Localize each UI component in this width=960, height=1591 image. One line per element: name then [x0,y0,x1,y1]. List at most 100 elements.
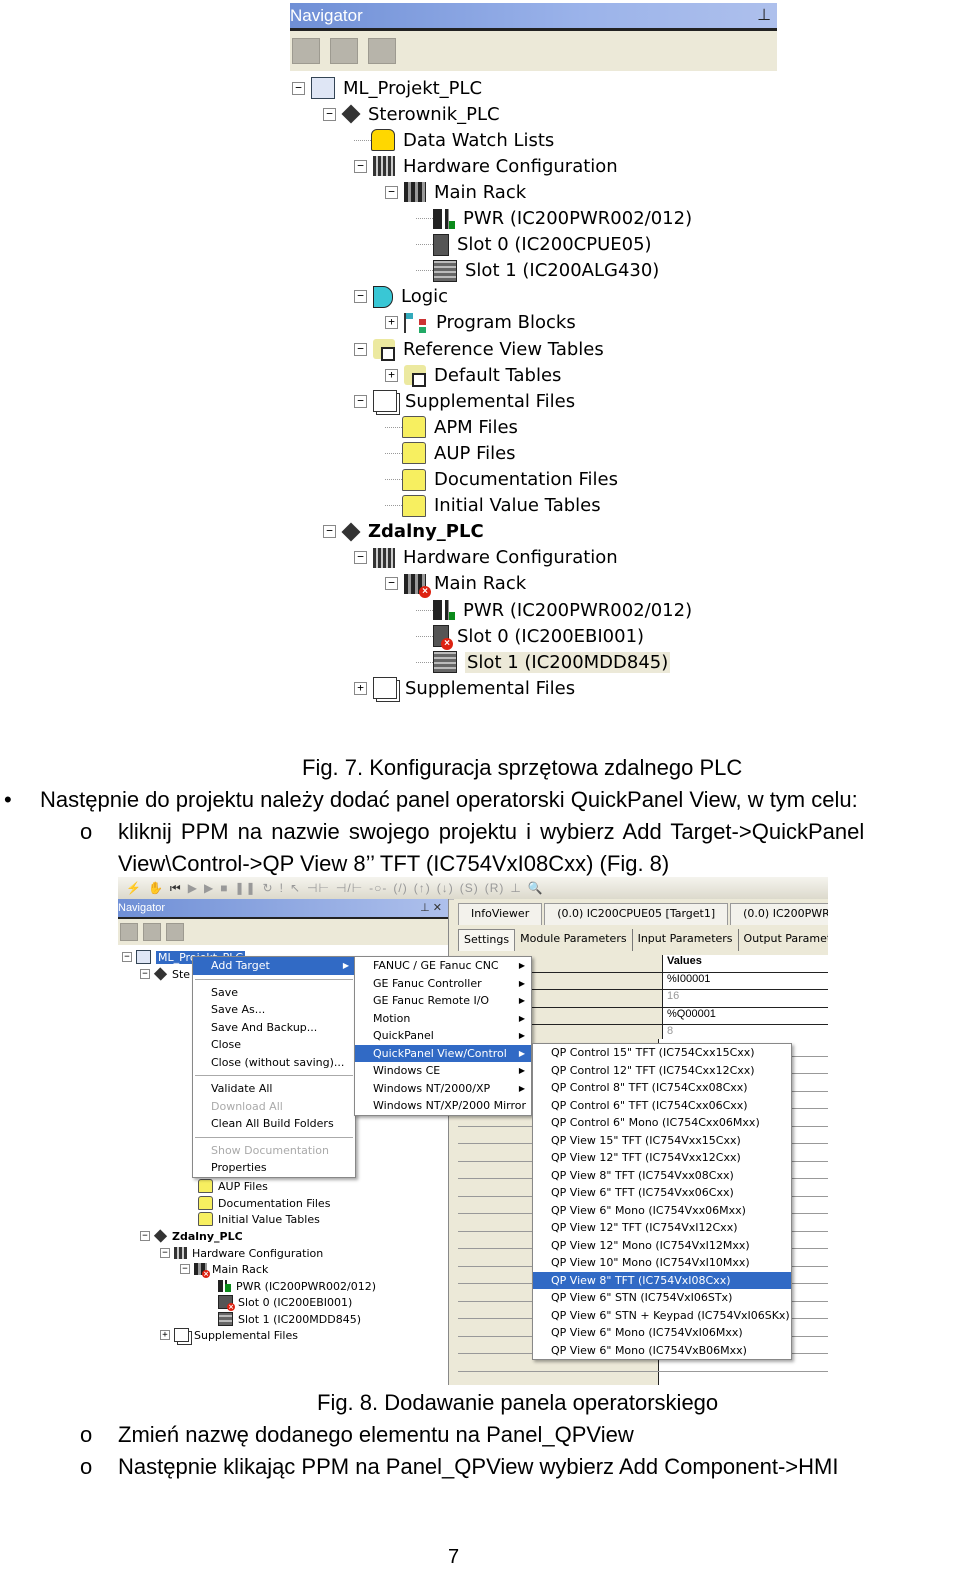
pointer-icon[interactable]: ↖ [290,881,301,895]
menu-item[interactable]: QP Control 12" TFT (IC754Cxx12Cxx) [533,1062,791,1080]
tree-node[interactable]: Data Watch Lists [354,128,554,152]
rewind-icon[interactable]: ⏮ [170,881,182,896]
settings-tab[interactable]: Settings [458,929,516,951]
menu-item[interactable]: Save As... [193,1001,355,1019]
menu-item[interactable]: QP View 12" TFT (IC754Vxx12Cxx) [533,1149,791,1167]
tree-node[interactable]: Initial Value Tables [198,1211,320,1227]
menu-item[interactable]: QP View 15" TFT (IC754Vxx15Cxx) [533,1132,791,1150]
doc-tab[interactable]: (0.0) IC200CPUE05 [Target1] [544,903,729,925]
tree-node[interactable]: Slot 0 (IC200CPUE05) [416,233,652,257]
alert-icon[interactable]: ! [280,881,284,895]
menu-item[interactable]: Motion ▶ [355,1010,531,1028]
menu-item[interactable]: QP Control 15" TFT (IC754Cxx15Cxx) [533,1044,791,1062]
collapse-icon[interactable]: − [354,394,367,408]
param-value[interactable]: %Q00001 [663,1007,828,1024]
collapse-icon[interactable]: − [385,577,398,591]
collapse-icon[interactable]: − [354,159,367,173]
menu-item[interactable]: Windows CE ▶ [355,1062,531,1080]
settings-tab[interactable]: Input Parameters [632,929,739,951]
collapse-icon[interactable]: − [354,342,367,356]
menu-item[interactable]: Add Target ▶ [193,957,355,975]
menu-item[interactable]: QP View 6" Mono (IC754VxI06Mxx) [533,1324,791,1342]
tree-node[interactable]: AUP Files [385,441,516,465]
tree-node[interactable]: Slot 1 (IC200MDD845) [416,650,671,674]
tree-node[interactable]: − Reference View Tables [354,337,604,361]
tree-node[interactable]: − Main Rack [385,180,526,204]
tree-node[interactable]: − Hardware Configuration [354,546,618,570]
menu-item[interactable]: QP View 6" Mono (IC754Vxx06Mxx) [533,1202,791,1220]
tree-node[interactable]: APM Files [385,415,518,439]
collapse-icon[interactable]: − [180,1264,190,1274]
tree-node[interactable]: PWR (IC200PWR002/012) [416,207,692,231]
tree-node[interactable]: Slot 0 (IC200EBI001) [218,1294,352,1311]
tree-node[interactable]: − Main Rack [385,572,526,598]
expand-icon[interactable]: + [385,316,398,330]
step-icon[interactable]: ▶ [204,881,214,895]
menu-item[interactable]: QP View 8" TFT (IC754Vxx08Cxx) [533,1167,791,1185]
doc-tab[interactable]: InfoViewer [458,903,543,925]
param-value[interactable]: 16 [663,990,828,1007]
menu-item[interactable]: QP View 6" TFT (IC754Vxx06Cxx) [533,1184,791,1202]
contact-no-icon[interactable]: ⊣⊢ [307,881,330,895]
refresh-icon[interactable]: ↻ [263,881,274,895]
tree-node[interactable]: − Logic [354,285,448,309]
doc-tab[interactable]: (0.0) IC200PWR00 [730,903,828,925]
tree-node[interactable]: − Zdalny_PLC [140,1228,243,1244]
pause-icon[interactable]: ❚❚ [234,881,256,895]
tree-node[interactable]: − ML_Projekt_PLC [292,76,482,100]
tree-node[interactable]: + Supplemental Files [354,676,575,700]
tree-node[interactable]: PWR (IC200PWR002/012) [416,598,692,622]
coil-down-icon[interactable]: (↓) [437,881,454,895]
tree-node[interactable]: − Ste [140,966,190,982]
stop-icon[interactable]: ■ [220,881,228,895]
param-value[interactable]: %I00001 [663,972,828,989]
collapse-icon[interactable]: − [323,525,336,539]
tree-node[interactable]: Documentation Files [198,1195,330,1211]
menu-item[interactable]: FANUC / GE Fanuc CNC ▶ [355,957,531,975]
tree-node[interactable]: Slot 0 (IC200EBI001) [416,624,644,651]
menu-item[interactable]: QuickPanel ▶ [355,1027,531,1045]
tree-node[interactable]: − Hardware Configuration [160,1245,323,1261]
find-icon[interactable]: 🔍 [528,881,544,895]
menu-item[interactable]: Save [193,984,355,1002]
pin-icon[interactable]: ⊥ [757,3,771,28]
tree-node[interactable]: − Main Rack [180,1261,268,1278]
chart-view-icon[interactable] [166,923,184,941]
contact-nc-icon[interactable]: ⊣/⊢ [336,881,363,895]
menu-item[interactable]: Windows NT/XP/2000 Mirror [355,1097,531,1115]
menu-item[interactable]: QP Control 6" TFT (IC754Cxx06Cxx) [533,1097,791,1115]
tree-node[interactable]: + Supplemental Files [160,1327,298,1343]
menu-item[interactable]: Clean All Build Folders [193,1115,355,1133]
menu-item[interactable]: QP Control 6" Mono (IC754Cxx06Mxx) [533,1114,791,1132]
collapse-icon[interactable]: − [140,969,150,979]
menu-item[interactable]: QP View 10" Mono (IC754VxI10Mxx) [533,1254,791,1272]
grid-view-icon[interactable] [292,38,320,64]
menu-item[interactable]: QP View 8" TFT (IC754VxI08Cxx) [533,1271,791,1289]
tree-node[interactable]: PWR (IC200PWR002/012) [218,1278,376,1294]
menu-item[interactable]: QP Control 8" TFT (IC754Cxx08Cxx) [533,1079,791,1097]
expand-icon[interactable]: + [354,681,367,695]
menu-item[interactable]: Validate All [193,1080,355,1098]
run-icon[interactable]: ⚡ [126,881,142,895]
settings-tab[interactable]: Output Parameters [738,929,828,951]
tree-node[interactable]: Slot 1 (IC200ALG430) [416,259,659,283]
chart-view-icon[interactable] [368,38,396,64]
collapse-icon[interactable]: − [292,81,305,95]
expand-icon[interactable]: + [385,368,398,382]
menu-item[interactable]: GE Fanuc Controller ▶ [355,975,531,993]
menu-item[interactable]: Close [193,1036,355,1054]
grid-view-icon[interactable] [120,923,138,941]
menu-item[interactable]: QP View 12" Mono (IC754VxI12Mxx) [533,1237,791,1255]
play-icon[interactable]: ▶ [188,881,198,895]
menu-item[interactable]: Windows NT/2000/XP ▶ [355,1080,531,1098]
collapse-icon[interactable]: − [354,551,367,565]
collapse-icon[interactable]: − [385,185,398,199]
tree-node[interactable]: Initial Value Tables [385,494,601,518]
collapse-icon[interactable]: − [140,1231,150,1241]
scatter-view-icon[interactable] [143,923,161,941]
scatter-view-icon[interactable] [330,38,358,64]
menu-item[interactable]: Close (without saving)... [193,1054,355,1072]
tree-node[interactable]: − Zdalny_PLC [323,520,484,544]
collapse-icon[interactable]: − [160,1248,170,1258]
collapse-icon[interactable]: − [122,952,132,962]
